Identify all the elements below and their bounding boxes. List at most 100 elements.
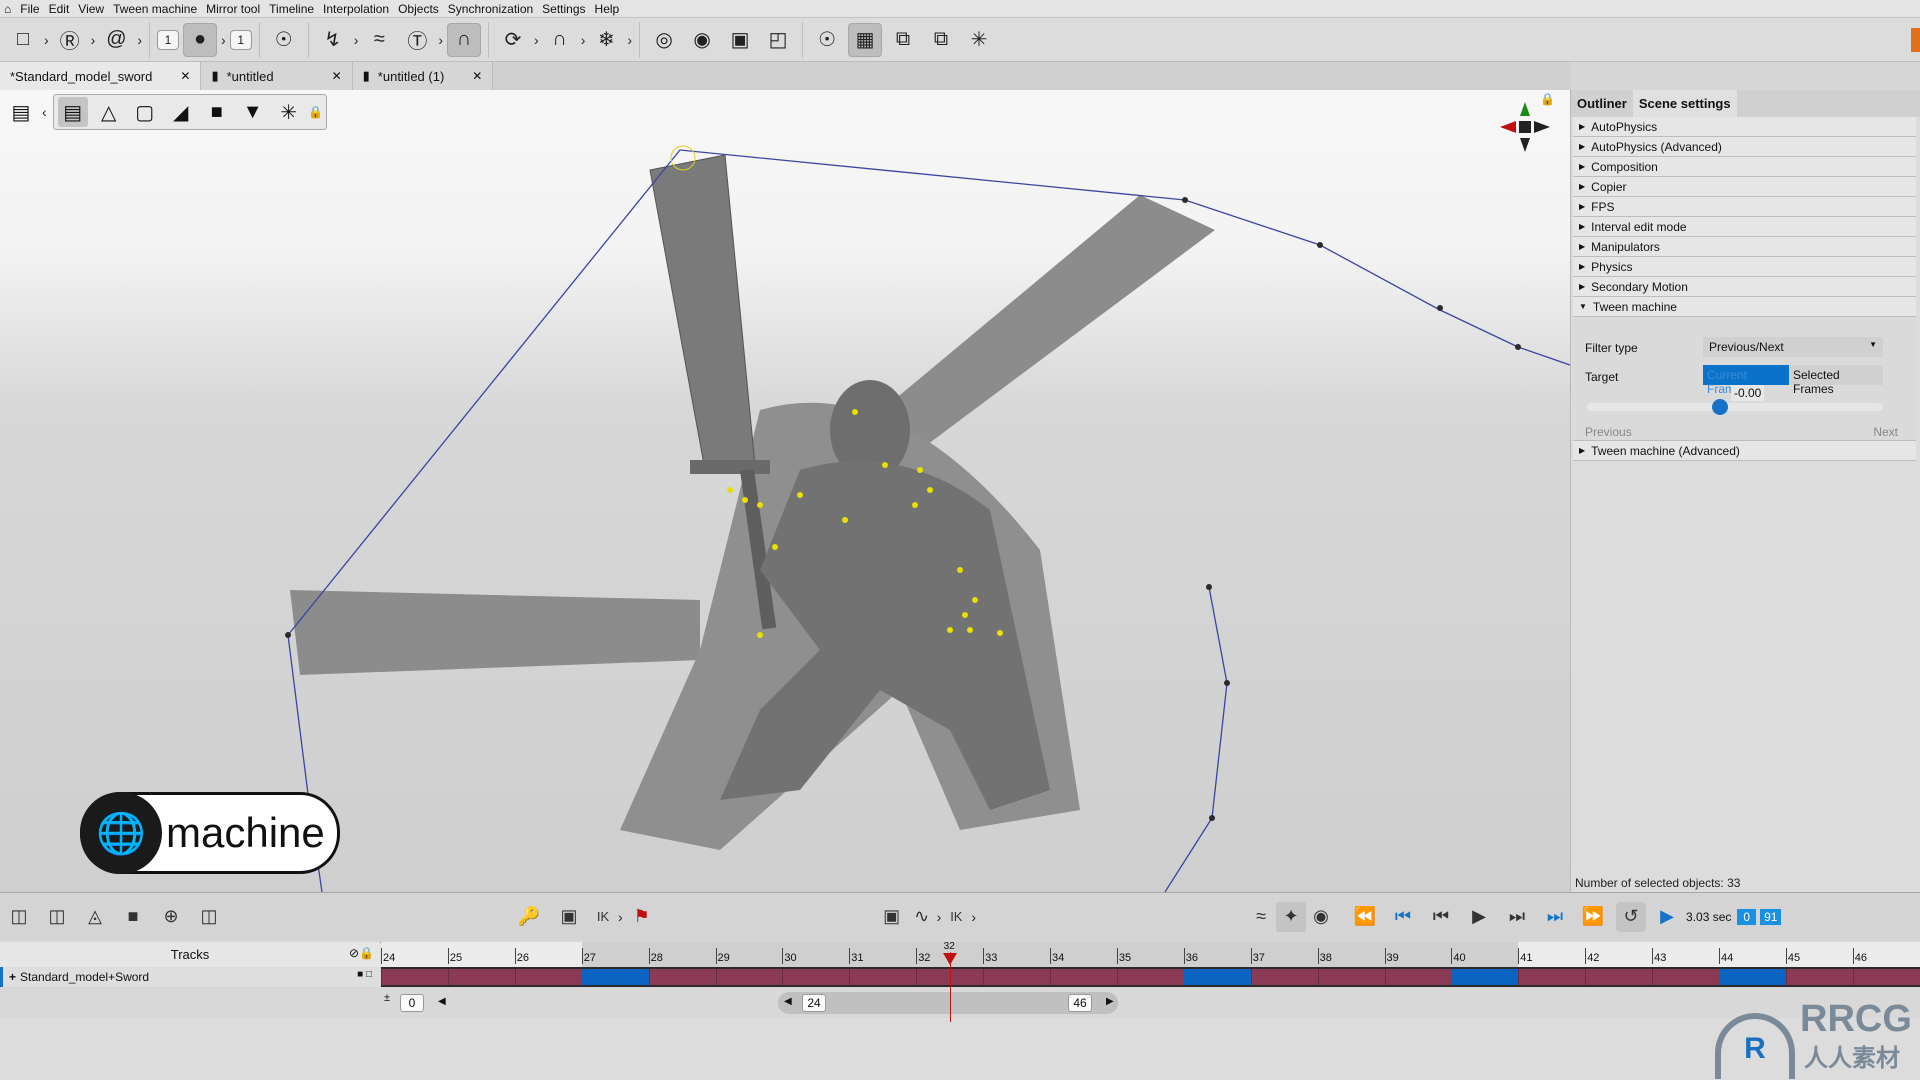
view-end-input[interactable]: 46 xyxy=(1068,994,1092,1012)
frame-select-icon[interactable]: ▣ xyxy=(554,902,584,932)
swirl-icon[interactable]: ☉ xyxy=(810,23,844,57)
target-selected-frames[interactable]: Selected Frames xyxy=(1789,365,1883,396)
pin-icon[interactable]: ✦ xyxy=(1276,901,1307,932)
key-segment[interactable] xyxy=(1451,969,1519,985)
step-input-2[interactable]: 1 xyxy=(229,29,252,50)
wireframe-cube-icon[interactable]: ▢ xyxy=(130,97,160,127)
section-fps[interactable]: ▶ FPS xyxy=(1573,197,1916,217)
menu-settings[interactable]: Settings xyxy=(542,2,585,16)
camera-icon[interactable]: ▣ xyxy=(723,23,757,57)
menu-interpolation[interactable]: Interpolation xyxy=(323,2,389,16)
presentation-icon[interactable]: ▤ xyxy=(57,97,88,127)
play-settings-icon[interactable]: ▶ xyxy=(1652,902,1682,932)
menu-view[interactable]: View xyxy=(78,2,104,16)
timeline-scrollbar[interactable] xyxy=(778,992,1118,1014)
target-lock-icon[interactable]: ◎ xyxy=(647,23,681,57)
lock-icon[interactable]: 🔒 xyxy=(1540,92,1555,106)
motion-trail-icon[interactable]: ≈ xyxy=(362,23,396,57)
key-pose-icon[interactable]: ● xyxy=(183,22,218,57)
menu-file[interactable]: File xyxy=(20,2,39,16)
global-icon[interactable]: Ⓡ xyxy=(53,23,87,57)
scroll-right-icon[interactable]: ▶ xyxy=(1106,996,1114,1007)
chevron-right-icon[interactable]: › xyxy=(354,32,359,48)
skeleton-joints-icon[interactable]: △ xyxy=(94,97,124,127)
ik-lock-icon[interactable]: ↯ xyxy=(316,23,350,57)
onion-skin-icon[interactable]: ◉ xyxy=(1306,902,1336,932)
tab-untitled[interactable]: ▮ *untitled ✕ xyxy=(201,62,353,90)
prev-key-icon[interactable]: ⏮ xyxy=(1388,902,1418,932)
menu-synchronization[interactable]: Synchronization xyxy=(448,2,533,16)
fast-forward-icon[interactable]: ⏩ xyxy=(1578,902,1608,932)
chevron-right-icon[interactable]: › xyxy=(627,32,632,48)
tab-standard-model-sword[interactable]: *Standard_model_sword ✕ xyxy=(0,62,202,90)
skeleton-icon[interactable]: ✳ xyxy=(962,23,996,57)
add-object-icon[interactable]: ⊕ xyxy=(156,902,186,932)
playback-end-frame[interactable]: 91 xyxy=(1760,908,1782,925)
track-bar[interactable] xyxy=(381,967,1920,987)
key-segment[interactable] xyxy=(581,969,649,985)
target-icon[interactable]: ◉ xyxy=(685,23,719,57)
next-frame-icon[interactable]: ⏭ xyxy=(1502,902,1532,932)
ik-icon[interactable]: IK xyxy=(588,902,618,932)
section-copier[interactable]: ▶ Copier xyxy=(1573,177,1916,197)
section-manipulators[interactable]: ▶ Manipulators xyxy=(1573,237,1916,257)
curve-lock-icon[interactable]: ≈ xyxy=(1246,902,1276,932)
loop-icon[interactable]: ⟳ xyxy=(496,23,530,57)
chevron-right-icon[interactable]: › xyxy=(438,32,443,48)
tab-outliner[interactable]: Outliner xyxy=(1571,90,1633,117)
section-secondary-motion[interactable]: ▶ Secondary Motion xyxy=(1573,277,1916,297)
loop-icon[interactable]: ↺ xyxy=(1616,901,1647,932)
menu-edit[interactable]: Edit xyxy=(49,2,70,16)
menu-objects[interactable]: Objects xyxy=(398,2,439,16)
scroll-left-icon[interactable]: ◀ xyxy=(438,996,446,1007)
layers-alt-icon[interactable]: ⧉ xyxy=(924,23,958,57)
close-icon[interactable]: ✕ xyxy=(180,69,190,83)
playback-start-frame[interactable]: 0 xyxy=(1737,908,1757,925)
track-row[interactable]: + Standard_model+Sword ■ □ xyxy=(0,967,380,987)
arc-icon[interactable]: ∩ xyxy=(543,23,577,57)
wire-shaded-icon[interactable]: ◢ xyxy=(166,97,196,127)
flag-icon[interactable]: ⚑ xyxy=(627,902,657,932)
auto-key-icon[interactable]: 🔑 xyxy=(514,902,544,932)
chevron-right-icon[interactable]: › xyxy=(581,32,586,48)
spiral-icon[interactable]: @ xyxy=(99,23,133,57)
section-autophysics[interactable]: ▶ AutoPhysics xyxy=(1573,117,1916,137)
run-icon[interactable]: ❄ xyxy=(589,23,623,57)
nodes-icon[interactable]: ✳ xyxy=(274,97,304,127)
tab-untitled-1[interactable]: ▮ *untitled (1) ✕ xyxy=(352,62,494,90)
timeline-ruler[interactable]: 24 25 26 27 28 29 30 31 32 33 34 35 36 37 38 39 40 41 42 43… xyxy=(381,942,1920,967)
track-toggles[interactable]: ■ □ xyxy=(357,969,372,980)
section-interval-edit-mode[interactable]: ▶ Interval edit mode xyxy=(1573,217,1916,237)
solid-cube-icon[interactable]: ■ xyxy=(202,97,232,127)
step-input-1[interactable]: 1 xyxy=(157,29,180,50)
lock-icon[interactable]: 🔒 xyxy=(308,97,323,127)
playhead-marker[interactable] xyxy=(942,953,957,965)
remove-track-icon[interactable]: ◬ xyxy=(80,902,110,932)
tween-slider[interactable] xyxy=(1587,399,1883,415)
play-icon[interactable]: ▶ xyxy=(1464,902,1494,932)
section-tween-machine-advanced[interactable]: ▶ Tween machine (Advanced) xyxy=(1573,441,1916,461)
visibility-lock-icon[interactable]: ⊘🔒 xyxy=(349,946,374,960)
track-icon[interactable]: ■ xyxy=(118,902,148,932)
panel-toggle-button[interactable] xyxy=(1911,28,1920,52)
close-icon[interactable]: ✕ xyxy=(332,69,342,83)
target-current-frame[interactable]: Current Frame xyxy=(1703,365,1789,396)
bracket-icon[interactable]: ∩ xyxy=(447,22,482,57)
close-icon[interactable]: ✕ xyxy=(472,69,482,83)
select-icon[interactable]: □ xyxy=(6,23,40,57)
text-tool-icon[interactable]: Ⓣ xyxy=(400,23,434,57)
chevron-right-icon[interactable]: › xyxy=(221,32,226,48)
key-segment[interactable] xyxy=(1719,969,1786,985)
section-autophysics-advanced[interactable]: ▶ AutoPhysics (Advanced) xyxy=(1573,137,1916,157)
3d-viewport[interactable]: ▤ ‹ ▤ △ ▢ ◢ ■ ▼ ✳ 🔒 🔒 🌐 machine xyxy=(0,90,1570,892)
chevron-right-icon[interactable]: › xyxy=(44,32,49,48)
range-start-input[interactable]: 0 xyxy=(400,994,424,1012)
menu-tween-machine[interactable]: Tween machine xyxy=(113,2,197,16)
tab-scene-settings[interactable]: Scene settings xyxy=(1632,90,1737,117)
chevron-right-icon[interactable]: › xyxy=(971,909,976,925)
ik-icon[interactable]: IK xyxy=(941,902,971,932)
curve-icon[interactable]: ∿ xyxy=(907,902,937,932)
prev-frame-icon[interactable]: ⏮ xyxy=(1426,902,1456,932)
scroll-left-icon[interactable]: ◀ xyxy=(784,996,792,1007)
v-shape-icon[interactable]: ▼ xyxy=(238,97,268,127)
